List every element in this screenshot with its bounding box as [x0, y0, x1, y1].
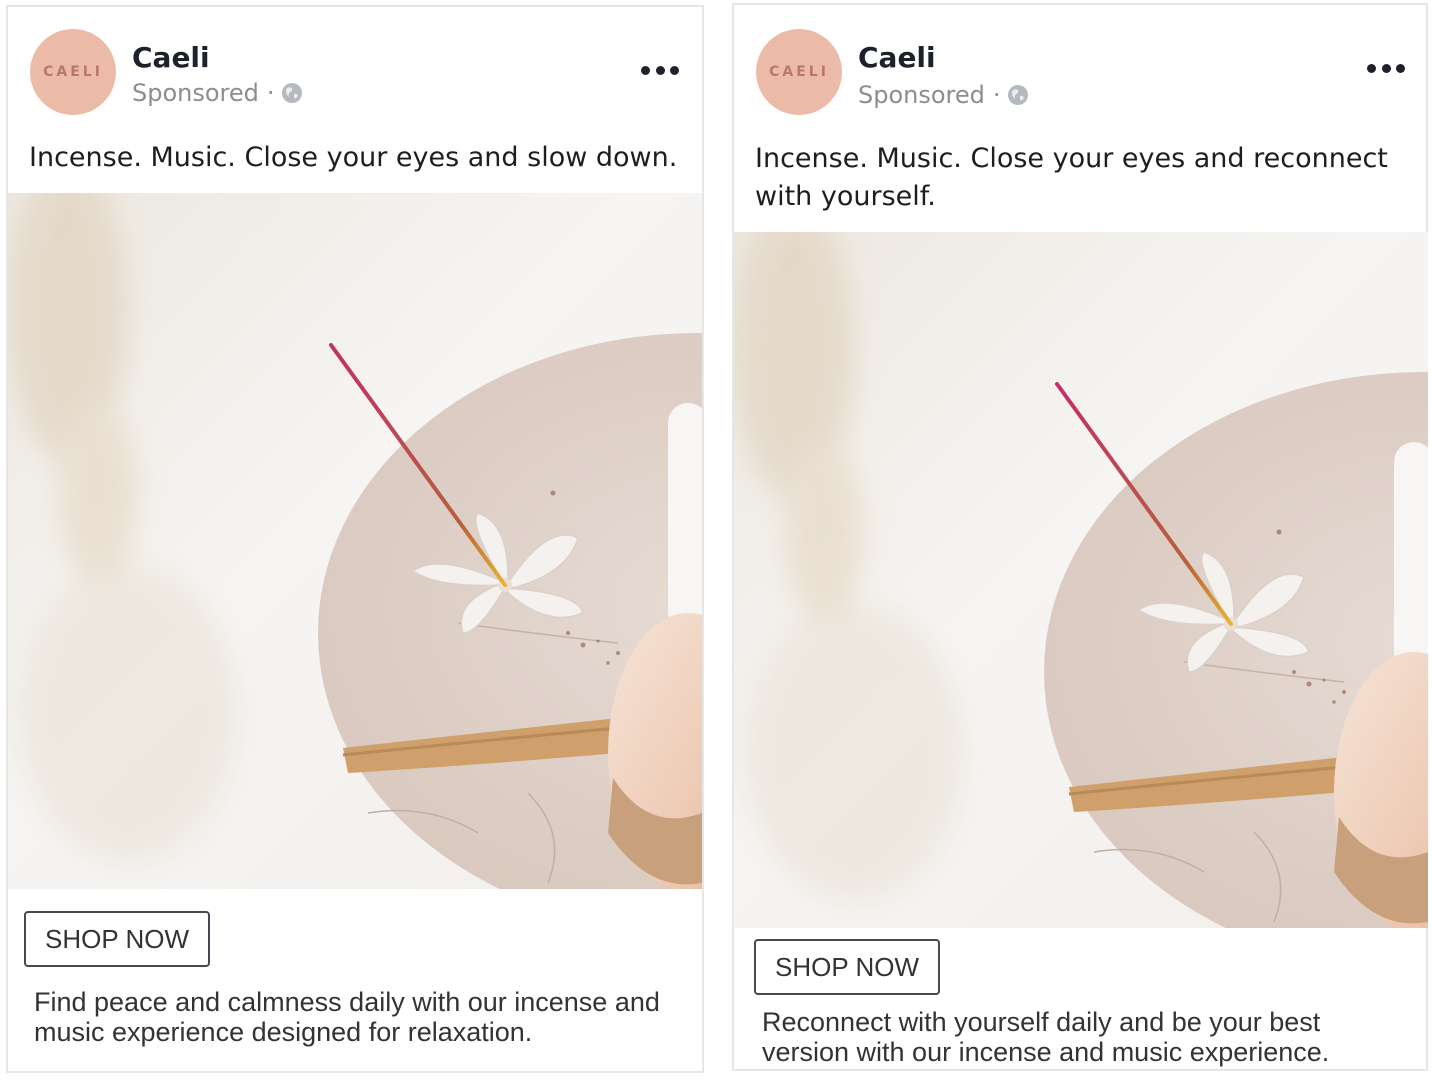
- sponsored-label: Sponsored: [132, 79, 259, 107]
- incense-photo: [734, 232, 1428, 928]
- page-avatar[interactable]: CAELI: [30, 29, 116, 115]
- incense-photo: [8, 193, 702, 889]
- avatar-logo-text: CAELI: [769, 64, 829, 80]
- avatar-logo-text: CAELI: [43, 64, 103, 80]
- sponsored-meta: Sponsored ·: [132, 79, 303, 107]
- ad-description: Reconnect with yourself daily and be you…: [762, 1007, 1330, 1067]
- meta-separator: ·: [992, 81, 1001, 109]
- page-name-link[interactable]: Caeli: [132, 41, 210, 74]
- globe-icon: [1007, 85, 1028, 105]
- more-options-icon[interactable]: [641, 63, 679, 77]
- ad-image[interactable]: [8, 193, 702, 889]
- sponsored-label: Sponsored: [858, 81, 985, 109]
- ad-description: Find peace and calmness daily with our i…: [34, 987, 660, 1047]
- shop-now-button[interactable]: SHOP NOW: [754, 939, 940, 995]
- shop-now-button[interactable]: SHOP NOW: [24, 911, 210, 967]
- ad-primary-text: Incense. Music. Close your eyes and slow…: [29, 142, 678, 173]
- ad-card-left: CAELI Caeli Sponsored · Incense. Music. …: [6, 5, 704, 1073]
- ad-card-right: CAELI Caeli Sponsored · Incense. Music. …: [732, 3, 1428, 1071]
- page-avatar[interactable]: CAELI: [756, 29, 842, 115]
- ad-primary-text: Incense. Music. Close your eyes and reco…: [755, 143, 1388, 212]
- more-options-icon[interactable]: [1367, 61, 1405, 75]
- meta-separator: ·: [266, 79, 275, 107]
- page-name-link[interactable]: Caeli: [858, 41, 936, 74]
- globe-icon: [281, 83, 302, 103]
- ad-image[interactable]: [734, 232, 1428, 928]
- sponsored-meta: Sponsored ·: [858, 81, 1029, 109]
